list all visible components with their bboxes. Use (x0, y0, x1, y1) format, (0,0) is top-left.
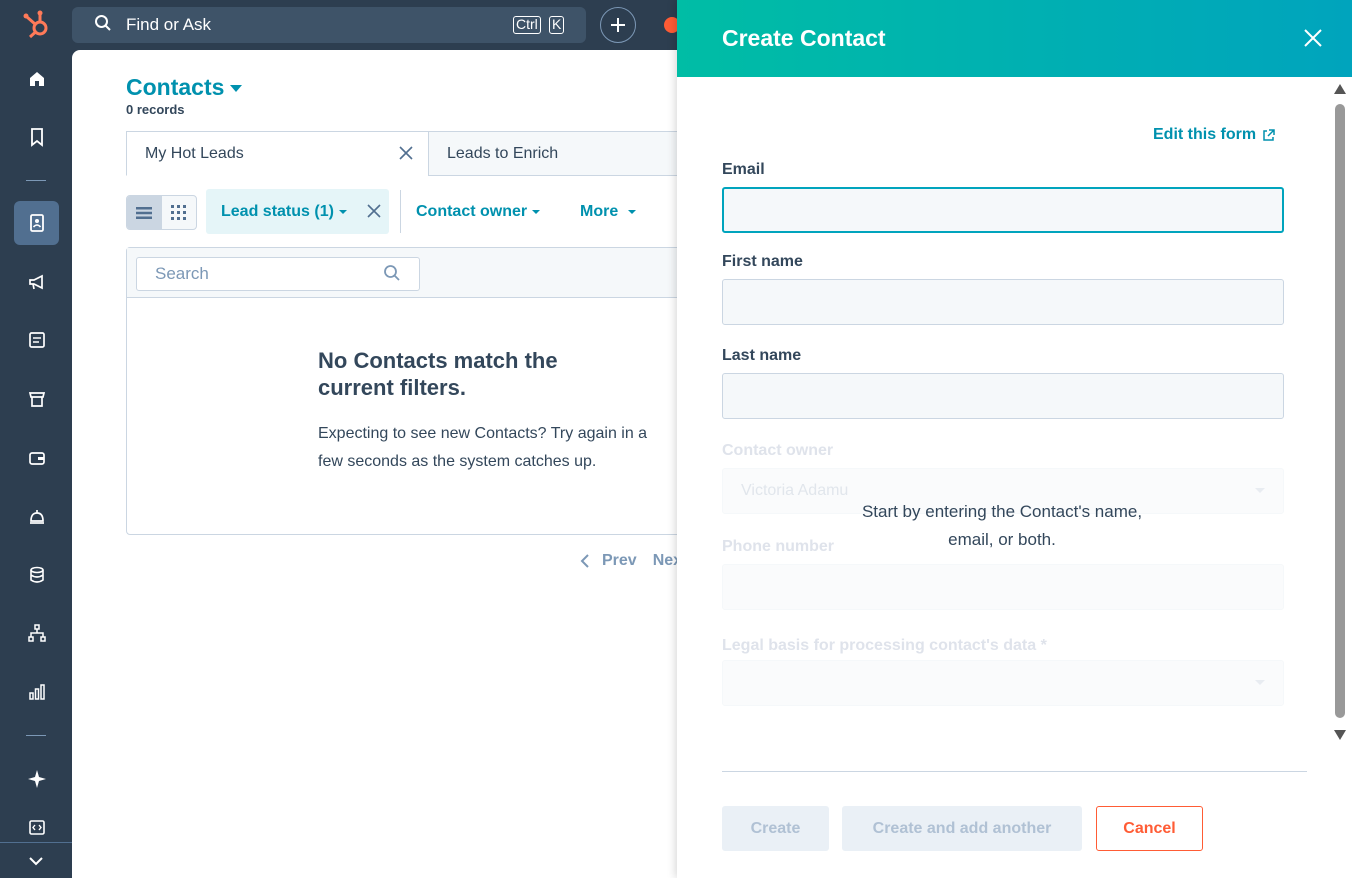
chevron-down-icon (338, 209, 347, 214)
panel-title: Create Contact (722, 25, 886, 51)
footer-divider (722, 771, 1307, 772)
contacts-index-page: Contacts 0 records My Hot Leads Leads to… (72, 50, 688, 878)
close-icon[interactable] (398, 145, 414, 166)
legal-basis-select[interactable] (722, 660, 1284, 706)
tab-my-hot-leads[interactable]: My Hot Leads (126, 131, 429, 176)
board-view-icon[interactable] (162, 196, 197, 229)
tab-leads-to-enrich[interactable]: Leads to Enrich (428, 131, 688, 176)
left-nav-rail (0, 0, 72, 878)
wallet-icon[interactable] (14, 436, 59, 480)
phone-number-field[interactable] (722, 564, 1284, 610)
table-search-input[interactable] (136, 257, 420, 291)
legal-basis-label: Legal basis for processing contact's dat… (722, 637, 1047, 654)
lead-status-filter-label: Lead status (1) (221, 202, 334, 220)
tab-label: My Hot Leads (145, 144, 244, 162)
ai-sparkle-icon[interactable] (14, 757, 59, 801)
scroll-up-icon[interactable] (1334, 84, 1346, 94)
more-filters-label: More (580, 203, 619, 220)
chevron-left-icon (580, 554, 589, 568)
chevron-down-icon (628, 209, 637, 214)
chevron-down-icon (1255, 488, 1265, 493)
create-new-button[interactable] (600, 7, 636, 43)
global-search-bar[interactable]: Find or Ask Ctrl K (72, 7, 586, 43)
tab-label: Leads to Enrich (447, 144, 559, 162)
shortcut-k-key: K (549, 16, 565, 34)
edit-this-form-label: Edit this form (1153, 126, 1257, 143)
commerce-icon[interactable] (14, 377, 59, 421)
data-icon[interactable] (14, 553, 59, 597)
page-title[interactable]: Contacts (126, 74, 243, 101)
create-button[interactable]: Create (722, 806, 829, 851)
service-icon[interactable] (14, 494, 59, 538)
hubspot-logo-icon[interactable] (20, 8, 54, 42)
automation-icon[interactable] (14, 611, 59, 655)
filter-divider (400, 190, 401, 233)
record-count: 0 records (126, 102, 185, 117)
list-view-icon[interactable] (127, 196, 162, 229)
email-field[interactable] (722, 187, 1284, 233)
more-filters-button[interactable]: More (580, 203, 637, 221)
developer-icon[interactable] (14, 815, 59, 839)
empty-state-body: Expecting to see new Contacts? Try again… (318, 425, 648, 470)
shortcut-ctrl-key: Ctrl (513, 16, 541, 34)
email-label: Email (722, 161, 765, 178)
empty-state-title: No Contacts match the current filters. (318, 348, 558, 400)
last-name-label: Last name (722, 347, 802, 364)
contacts-table: No Contacts match the current filters. E… (126, 247, 686, 535)
bookmark-icon[interactable] (14, 115, 59, 159)
edit-this-form-link[interactable]: Edit this form (1153, 126, 1275, 144)
close-icon[interactable] (366, 203, 382, 224)
marketing-icon[interactable] (14, 260, 59, 304)
global-search-label: Find or Ask (126, 15, 212, 34)
contact-owner-label: Contact owner (722, 442, 834, 459)
contact-owner-value: Victoria Adamu (741, 482, 849, 499)
cancel-button[interactable]: Cancel (1096, 806, 1203, 851)
rail-divider (26, 180, 46, 181)
chevron-down-icon (532, 209, 541, 214)
contacts-icon[interactable] (14, 201, 59, 245)
rail-divider (26, 735, 46, 736)
pagination: Prev Next (580, 552, 687, 570)
external-link-icon (1263, 128, 1275, 141)
phone-number-label: Phone number (722, 538, 835, 555)
scroll-down-icon[interactable] (1334, 730, 1346, 740)
lead-status-filter[interactable]: Lead status (1) (206, 189, 389, 234)
contact-owner-filter-label: Contact owner (416, 203, 528, 220)
first-name-field[interactable] (722, 279, 1284, 325)
contact-owner-filter[interactable]: Contact owner (416, 203, 541, 221)
collapse-icon[interactable] (0, 842, 72, 878)
form-hint: Start by entering the Contact's name, em… (861, 502, 1143, 549)
panel-header: Create Contact (677, 0, 1352, 77)
panel-scrollbar[interactable] (1332, 82, 1348, 742)
chevron-down-icon (1255, 680, 1265, 685)
search-icon (94, 14, 112, 37)
scrollbar-thumb[interactable] (1335, 104, 1345, 718)
page-title-label: Contacts (126, 74, 225, 100)
last-name-field[interactable] (722, 373, 1284, 419)
plus-icon (611, 18, 625, 32)
create-contact-panel: Create Contact Edit this form Email Firs… (677, 0, 1352, 878)
search-icon[interactable] (383, 264, 401, 287)
close-icon[interactable] (1303, 28, 1323, 48)
view-toggle (126, 195, 197, 230)
reporting-icon[interactable] (14, 670, 59, 714)
home-icon[interactable] (14, 57, 59, 101)
create-and-add-another-button[interactable]: Create and add another (842, 806, 1082, 851)
prev-page-button[interactable]: Prev (602, 552, 637, 570)
first-name-label: First name (722, 253, 803, 270)
content-icon[interactable] (14, 318, 59, 362)
table-toolbar (127, 248, 685, 298)
chevron-down-icon (230, 85, 243, 93)
